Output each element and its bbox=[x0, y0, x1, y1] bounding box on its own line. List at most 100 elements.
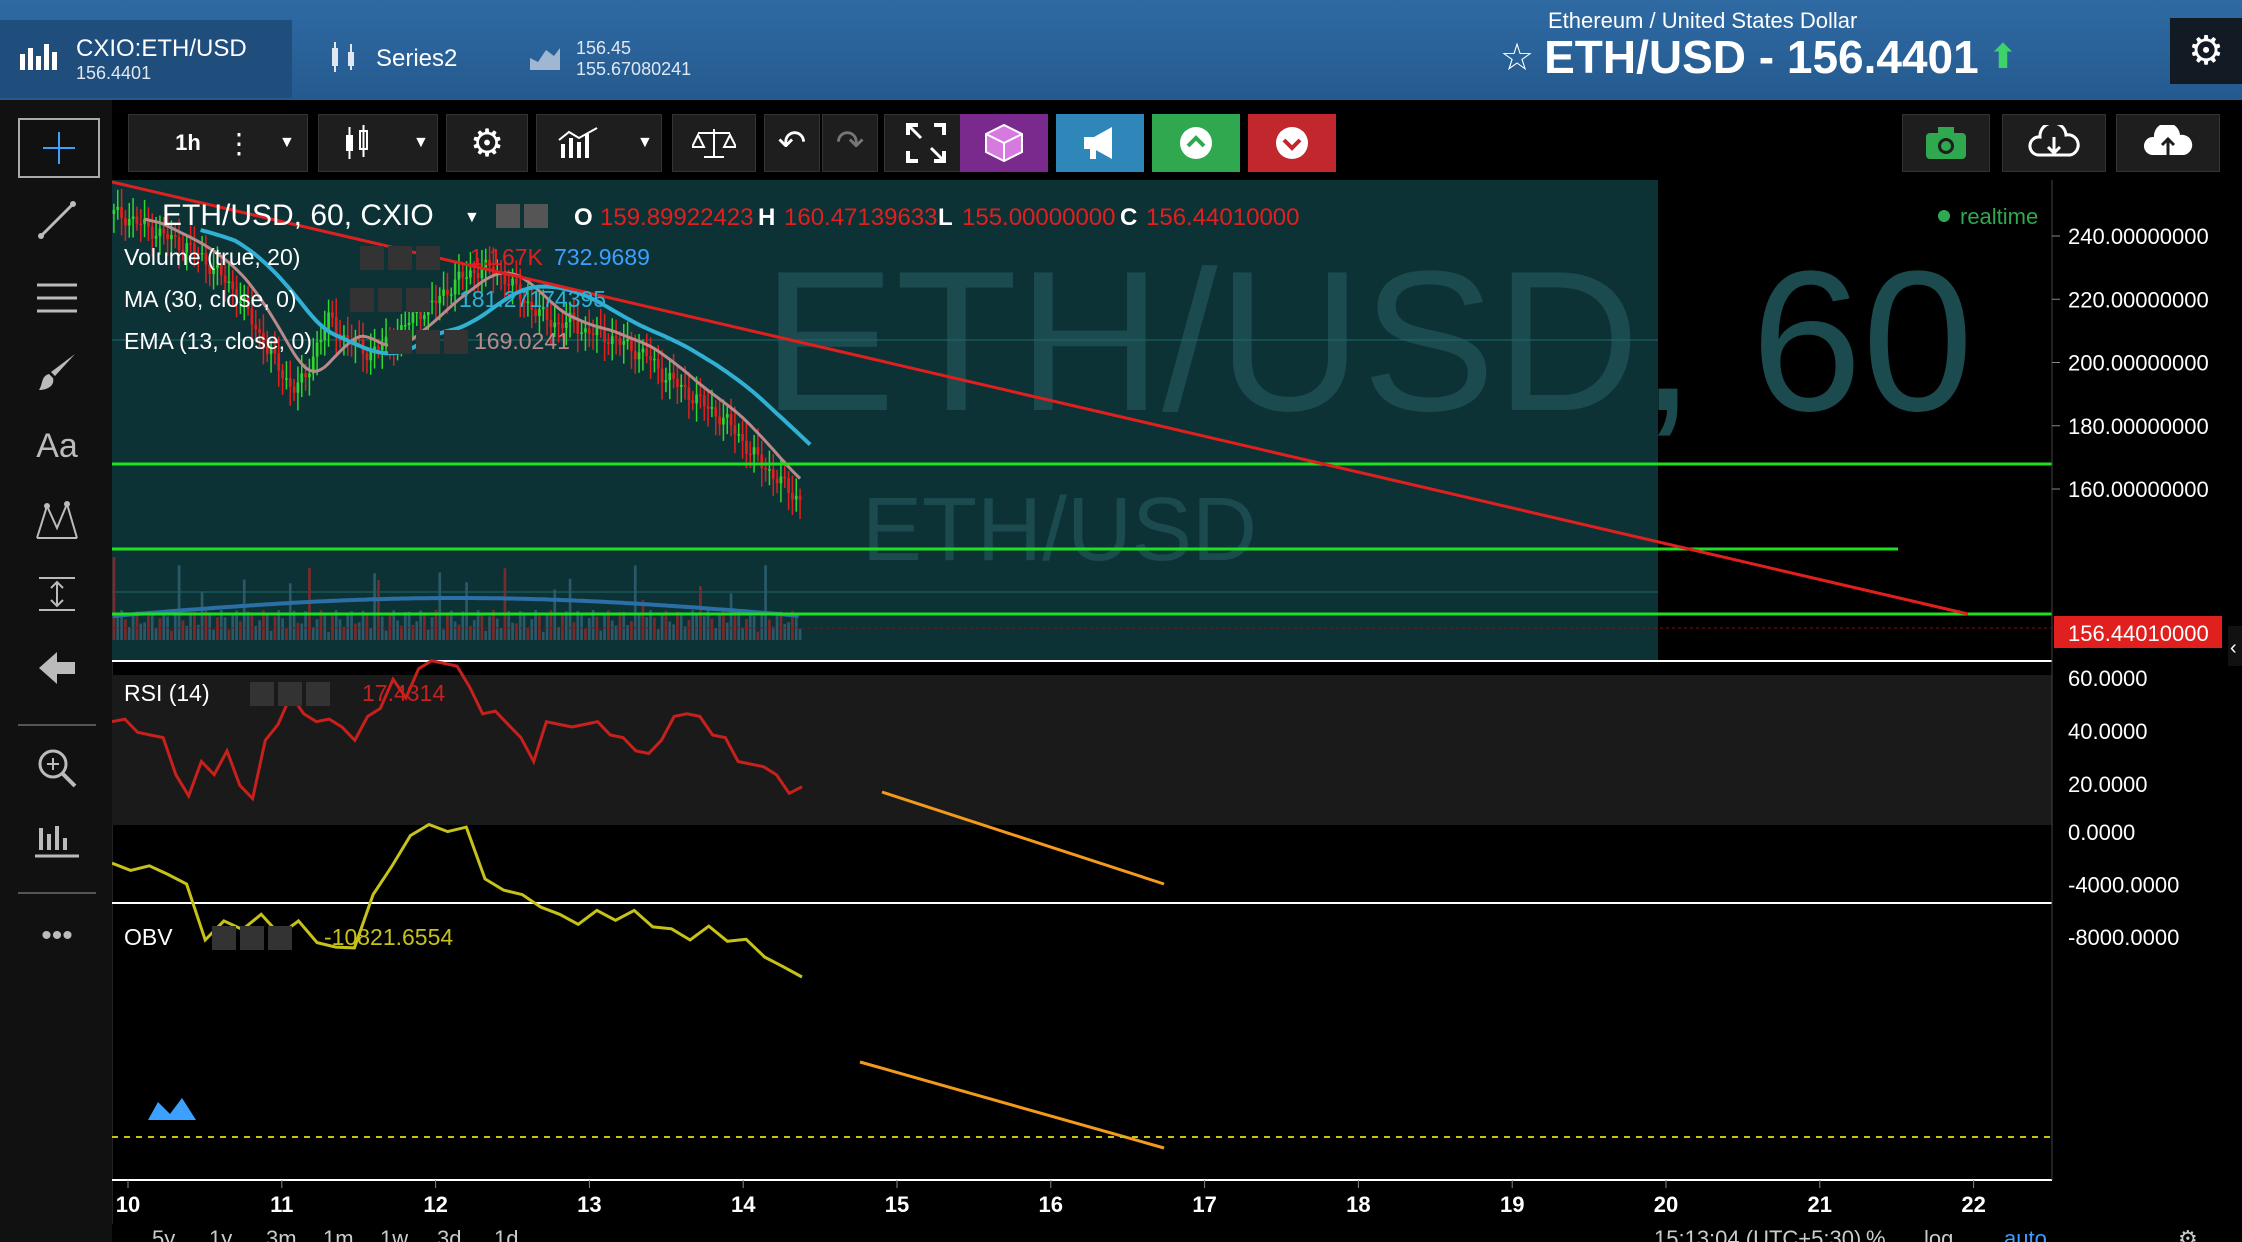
compare-button[interactable] bbox=[672, 114, 756, 172]
measure-tool[interactable] bbox=[18, 566, 96, 622]
indicators-select[interactable]: ▼ bbox=[536, 114, 662, 172]
volume-bar bbox=[189, 612, 192, 640]
gear-icon[interactable] bbox=[278, 682, 302, 706]
close-icon[interactable] bbox=[444, 330, 468, 354]
chart-settings-tool[interactable] bbox=[18, 814, 96, 870]
close-value: 156.44010000 bbox=[1146, 204, 1300, 231]
auto-toggle[interactable]: auto bbox=[2004, 1226, 2047, 1242]
hide-drawings-tool[interactable] bbox=[18, 640, 96, 696]
chevron-left-icon[interactable]: ‹ bbox=[2230, 637, 2237, 659]
range-button[interactable]: 5y bbox=[152, 1226, 175, 1242]
volume-bar bbox=[430, 617, 434, 640]
undo-button[interactable]: ↶ bbox=[764, 114, 820, 172]
volume-bar bbox=[250, 612, 254, 640]
volume-bar bbox=[725, 622, 729, 640]
pattern-icon bbox=[36, 501, 78, 539]
settings-button[interactable]: ⚙ bbox=[2170, 18, 2242, 84]
volume-bar bbox=[526, 627, 530, 640]
range-button[interactable]: 1d bbox=[494, 1226, 518, 1242]
volume-bar bbox=[541, 631, 545, 640]
gear-icon[interactable] bbox=[378, 288, 402, 312]
trend-line-tool[interactable] bbox=[18, 192, 96, 248]
gear-icon[interactable]: ⚙ bbox=[2178, 1226, 2198, 1242]
buy-button[interactable] bbox=[1152, 114, 1240, 172]
announce-button[interactable] bbox=[1056, 114, 1144, 172]
gear-icon[interactable] bbox=[524, 204, 548, 228]
close-icon[interactable] bbox=[416, 246, 440, 270]
volume-bar bbox=[618, 612, 622, 640]
crosshair-tool[interactable] bbox=[18, 118, 100, 178]
symbol-label[interactable]: ETH/USD, 60, CXIO bbox=[162, 199, 434, 232]
volume-bar bbox=[702, 616, 706, 640]
obv-axis[interactable]: 0.0000 -4000.0000 -8000.0000 bbox=[2068, 820, 2179, 950]
sell-button[interactable] bbox=[1248, 114, 1336, 172]
symbol-tab-series[interactable]: Series2 bbox=[310, 20, 510, 98]
interval-select[interactable]: 1h ⋮ ▼ bbox=[128, 114, 308, 172]
range-button[interactable]: 1w bbox=[380, 1226, 408, 1242]
volume-bar bbox=[327, 631, 330, 640]
visibility-icon[interactable] bbox=[350, 288, 374, 312]
ma-label[interactable]: MA (30, close, 0) bbox=[124, 286, 297, 312]
range-button[interactable]: 3d bbox=[437, 1226, 461, 1242]
chevron-down-icon[interactable]: ▼ bbox=[464, 209, 480, 226]
open-value: 159.89922423 bbox=[600, 204, 754, 231]
star-icon[interactable]: ☆ bbox=[1500, 35, 1534, 80]
rsi-axis[interactable]: 60.0000 40.0000 20.0000 bbox=[2068, 666, 2148, 797]
zoom-tool[interactable] bbox=[18, 740, 96, 796]
volume-bar bbox=[242, 579, 246, 640]
range-button[interactable]: 3m bbox=[266, 1226, 297, 1242]
volume-bar bbox=[415, 621, 419, 640]
percent-toggle[interactable]: % bbox=[1866, 1226, 1886, 1242]
rsi-label[interactable]: RSI (14) bbox=[124, 680, 210, 706]
time-axis[interactable]: 10 11 12 13 14 15 16 17 18 19 20 21 22 bbox=[116, 1180, 1986, 1217]
close-icon[interactable] bbox=[406, 288, 430, 312]
gear-icon[interactable] bbox=[416, 330, 440, 354]
visibility-icon[interactable] bbox=[496, 204, 520, 228]
close-icon[interactable] bbox=[306, 682, 330, 706]
volume-bar bbox=[610, 620, 614, 640]
visibility-icon[interactable] bbox=[388, 330, 412, 354]
text-tool[interactable]: Aa bbox=[18, 418, 96, 474]
log-toggle[interactable]: log bbox=[1924, 1226, 1953, 1242]
volume-bar bbox=[687, 620, 691, 640]
volume-bar bbox=[177, 565, 181, 640]
range-button[interactable]: 1y bbox=[209, 1226, 232, 1242]
obv-label[interactable]: OBV bbox=[124, 924, 173, 950]
more-tools[interactable]: ••• bbox=[18, 908, 96, 964]
cloud-upload-icon bbox=[2144, 125, 2193, 155]
symbol-tab-main[interactable]: CXIO:ETH/USD 156.4401 bbox=[0, 20, 292, 98]
load-chart-button[interactable] bbox=[2002, 114, 2106, 172]
horizontal-lines-tool[interactable] bbox=[18, 270, 96, 326]
drawing-toolbar: Aa ••• bbox=[0, 100, 113, 1242]
cube-button[interactable] bbox=[960, 114, 1048, 172]
chart-icon bbox=[18, 40, 62, 79]
gear-icon[interactable] bbox=[388, 246, 412, 270]
price-axis[interactable]: 240.00000000 220.00000000 200.00000000 180.… bbox=[2052, 224, 2209, 502]
chart-canvas[interactable]: ETH/USD, 60 ETH/USD ETH/USD, 60, CXIO ▼ … bbox=[112, 180, 2242, 1242]
volume-bar bbox=[231, 614, 235, 640]
brush-tool[interactable] bbox=[18, 344, 96, 400]
pattern-tool[interactable] bbox=[18, 492, 96, 548]
volume-bar bbox=[200, 591, 204, 640]
fullscreen-button[interactable] bbox=[884, 114, 968, 172]
visibility-icon[interactable] bbox=[360, 246, 384, 270]
watermark: ETH/USD, 60 bbox=[762, 230, 1973, 453]
symbol-tab-extra[interactable]: 156.45 155.67080241 bbox=[510, 20, 760, 98]
close-icon[interactable] bbox=[268, 926, 292, 950]
volume-bar bbox=[300, 623, 304, 640]
snapshot-button[interactable] bbox=[1902, 114, 1990, 172]
redo-button[interactable]: ↷ bbox=[822, 114, 878, 172]
volume-label[interactable]: Volume (true, 20) bbox=[124, 244, 300, 270]
obv-value: -10821.6554 bbox=[324, 924, 453, 950]
range-button[interactable]: 1m bbox=[323, 1226, 354, 1242]
visibility-icon[interactable] bbox=[250, 682, 274, 706]
candles-icon bbox=[328, 40, 362, 79]
ema-label[interactable]: EMA (13, close, 0) bbox=[124, 328, 312, 354]
chart-type-select[interactable]: ▼ bbox=[318, 114, 438, 172]
visibility-icon[interactable] bbox=[212, 926, 236, 950]
volume-bar bbox=[384, 630, 388, 640]
gear-icon[interactable] bbox=[240, 926, 264, 950]
save-chart-button[interactable] bbox=[2116, 114, 2220, 172]
obv-divergence-line[interactable] bbox=[859, 1060, 1165, 1150]
settings-button[interactable]: ⚙ bbox=[446, 114, 528, 172]
